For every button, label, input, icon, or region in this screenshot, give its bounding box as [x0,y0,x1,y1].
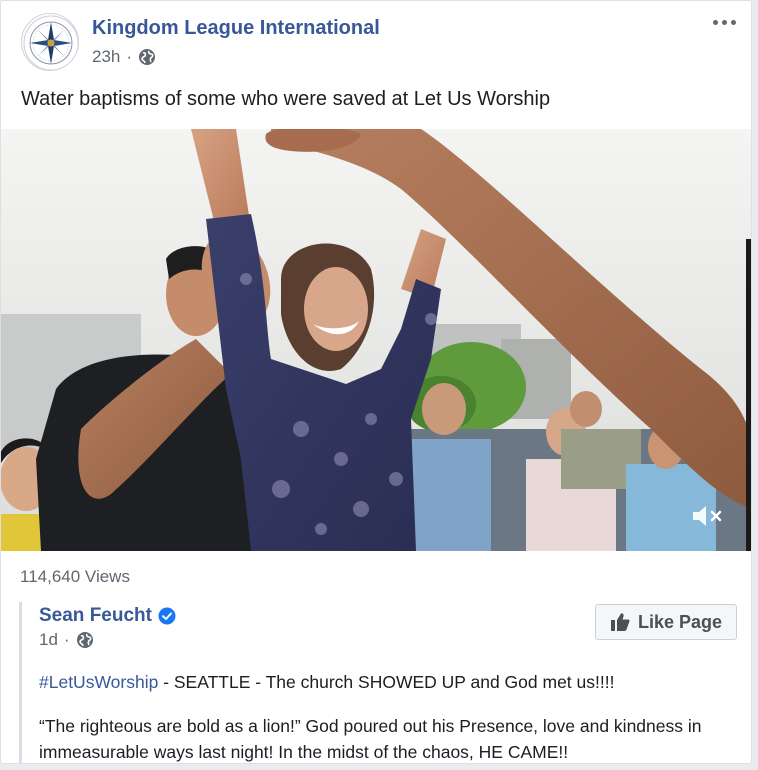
hashtag-link[interactable]: #LetUsWorship [39,672,158,692]
meta-separator: · [126,47,133,66]
view-count: 114,640 Views [20,567,130,586]
like-page-button[interactable]: Like Page [595,604,737,640]
shared-meta: 1d · [39,630,94,650]
speaker-muted-icon[interactable] [691,502,725,530]
post-text: Water baptisms of some who were saved at… [21,88,551,110]
shared-text-line1: #LetUsWorship - SEATTLE - The church SHO… [39,672,614,693]
page-name-link[interactable]: Kingdom League International [92,17,380,40]
shared-author-link[interactable]: Sean Feucht [39,605,152,627]
verified-badge-icon [158,607,176,625]
shared-text-rest: - SEATTLE - The church SHOWED UP and God… [158,672,615,692]
shared-author: Sean Feucht [39,605,176,627]
like-page-label: Like Page [637,611,723,632]
post-meta: 23h · [92,47,156,67]
post-card: Kingdom League International 23h · Water… [0,0,752,764]
post-timestamp[interactable]: 23h [92,47,120,67]
thumbs-up-icon [610,613,630,631]
page-avatar[interactable] [21,13,79,71]
video-frame-image [1,129,751,551]
meta-separator: · [63,630,70,649]
post-header: Kingdom League International 23h · Water… [1,1,751,129]
more-options-icon[interactable] [711,15,737,29]
shared-timestamp[interactable]: 1d [39,630,58,650]
shared-post: Sean Feucht 1d · Like Page #LetUsWorship… [19,602,751,763]
globe-icon[interactable] [76,631,94,649]
compass-logo-icon [23,15,78,70]
shared-text-body: “The righteous are bold as a lion!” God … [39,716,702,762]
globe-icon[interactable] [138,48,156,66]
video-player[interactable] [1,129,751,551]
